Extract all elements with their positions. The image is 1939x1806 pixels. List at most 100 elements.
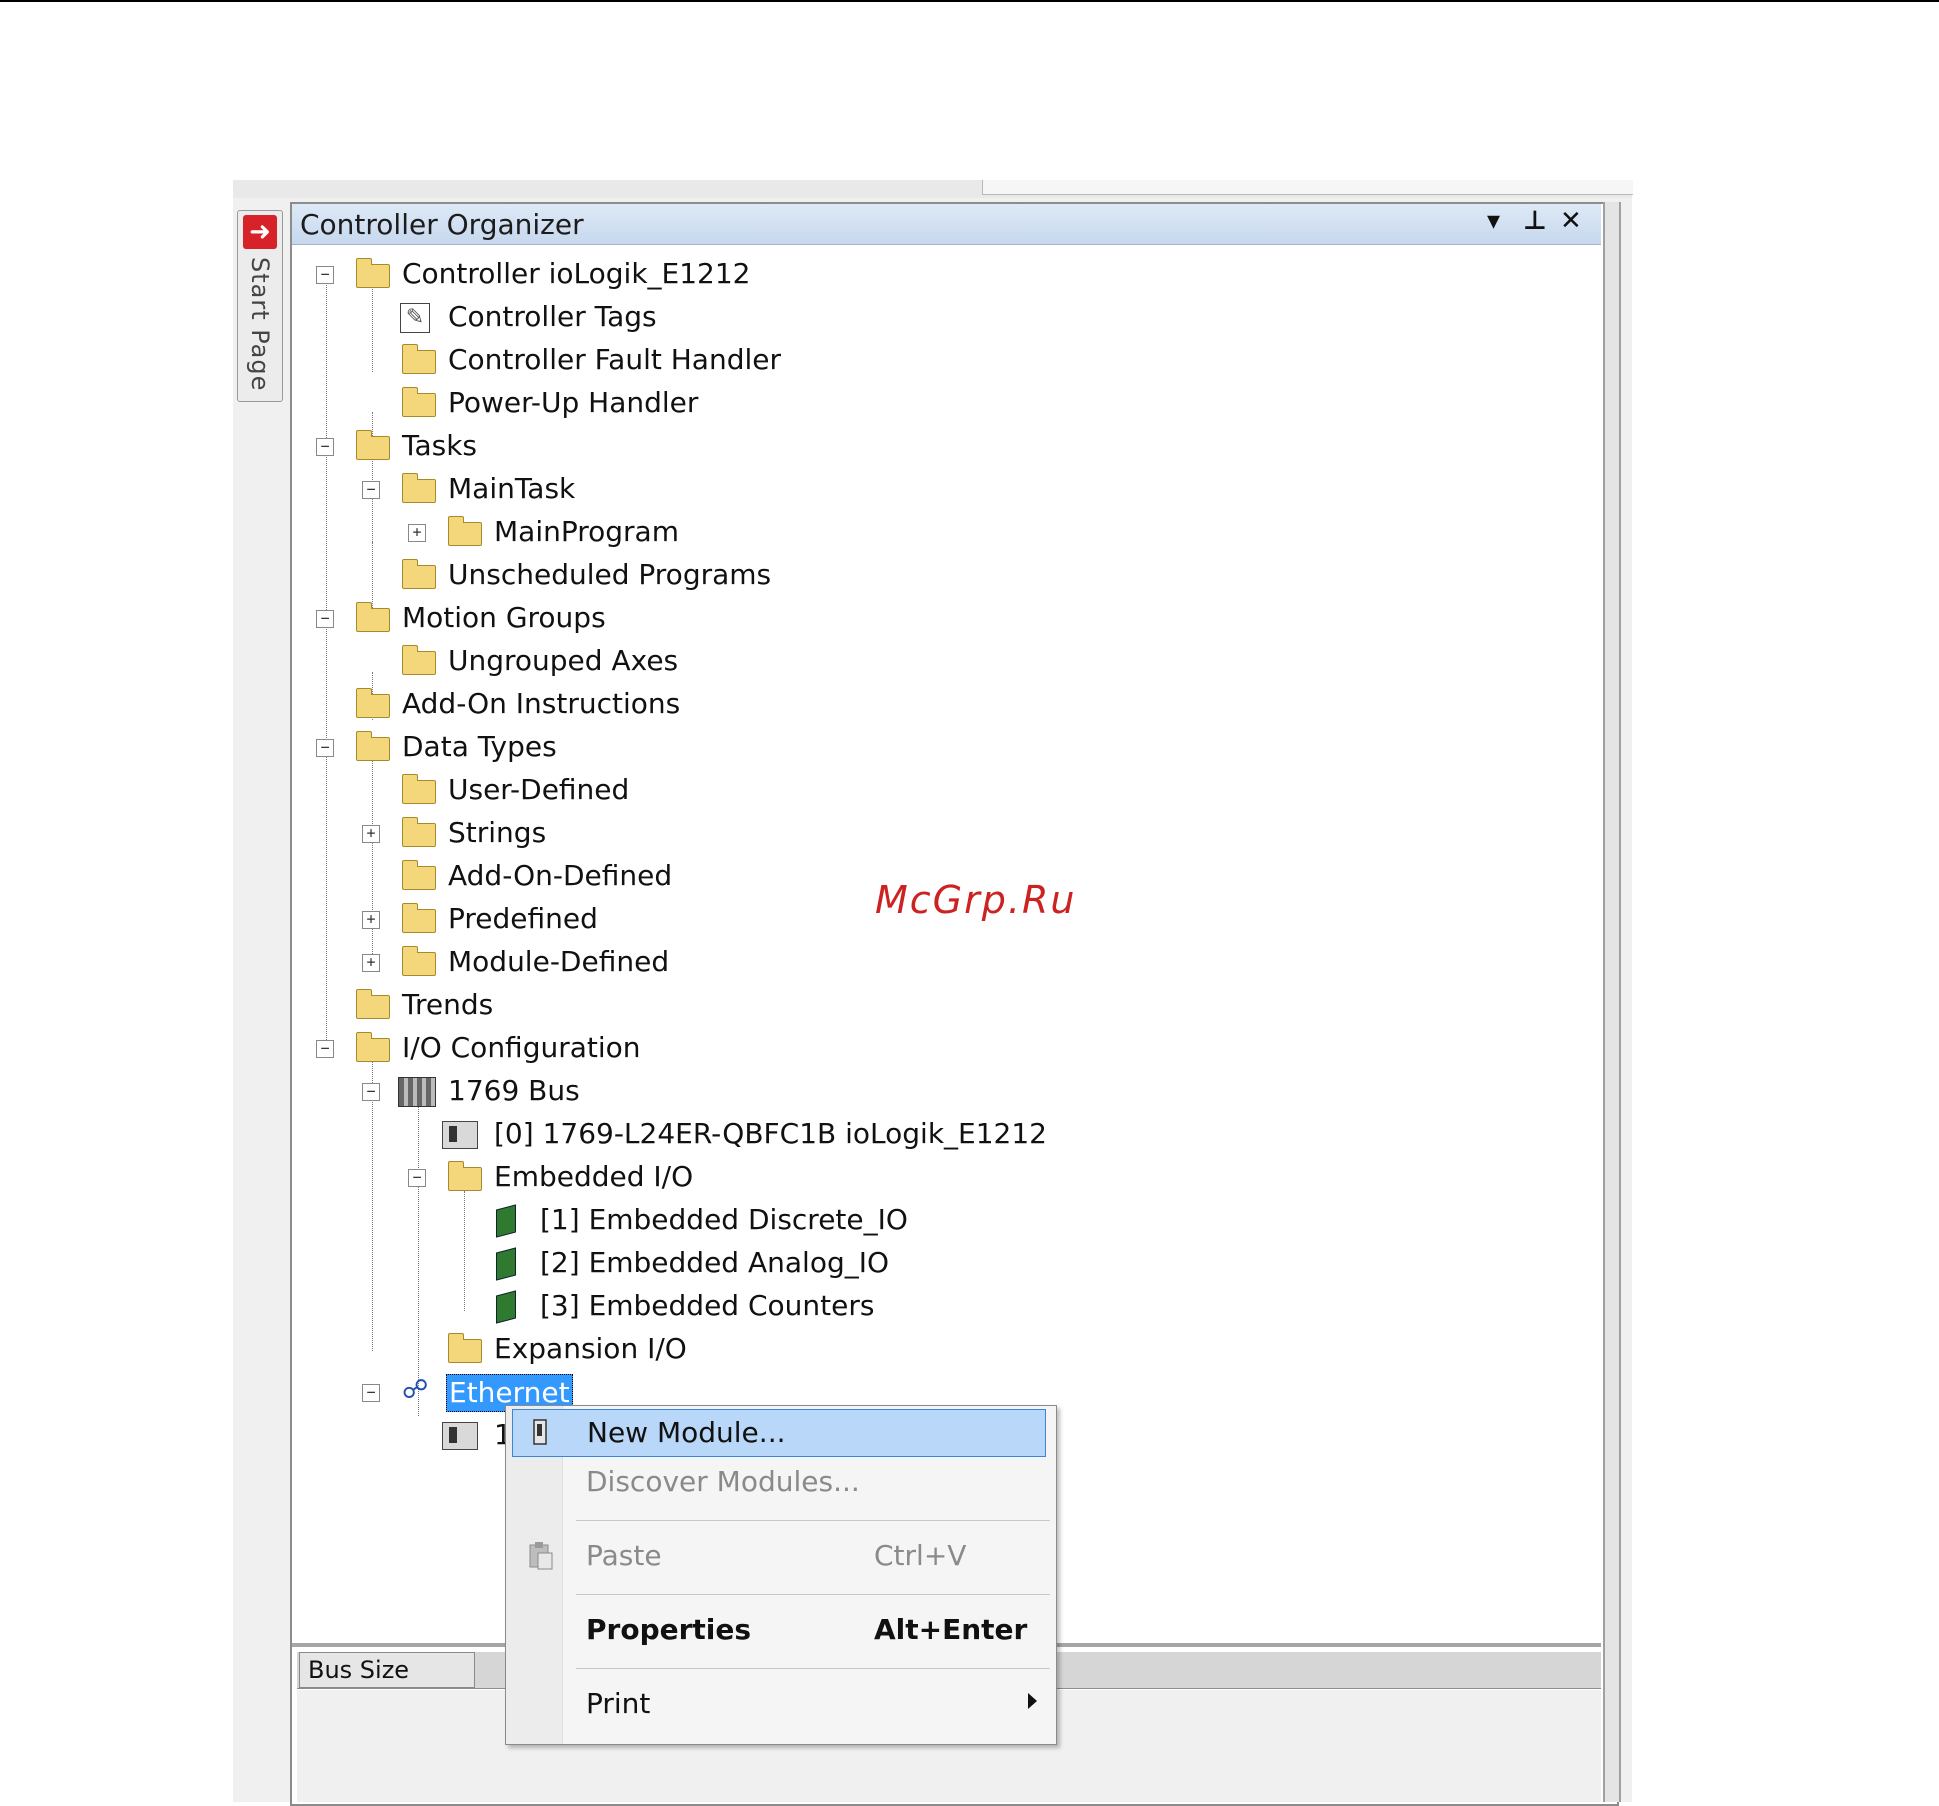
tree-label: MainProgram [494,515,679,548]
toolbar-tab-area [982,180,1633,195]
menu-item-new-module[interactable]: New Module... [512,1409,1046,1457]
column-header-bus-size[interactable]: Bus Size [299,1652,475,1688]
tree-label: Power-Up Handler [448,386,699,419]
open-folder-icon [448,1161,482,1191]
top-border-line [0,0,1939,2]
tree-label: Add-On-Defined [448,859,673,892]
tree-label: Unscheduled Programs [448,558,772,591]
folder-icon [402,344,436,374]
tree-label: I/O Configuration [402,1031,641,1064]
tree-label: Tasks [402,429,478,462]
tree-label: [1] Embedded Discrete_IO [540,1203,908,1236]
program-folder-icon [448,516,482,546]
tree-connector [418,1106,419,1396]
watermark-text: McGrp.Ru [875,878,1077,922]
collapse-icon[interactable]: − [362,1384,380,1402]
tree-label: [3] Embedded Counters [540,1289,875,1322]
folder-icon [356,688,390,718]
open-folder-icon [356,731,390,761]
expand-icon[interactable]: + [362,911,380,929]
open-folder-icon [356,430,390,460]
start-page-tab[interactable]: ➜ Start Page [237,210,283,402]
datatype-folder-icon [402,817,436,847]
datatype-folder-icon [402,903,436,933]
tree-label: MainTask [448,472,576,505]
folder-icon [402,645,436,675]
context-menu: New Module... Discover Modules... Paste … [505,1405,1057,1745]
tree-connector [326,276,327,1056]
new-module-icon [529,1418,551,1446]
tree-label: Ungrouped Axes [448,644,679,677]
collapse-icon[interactable]: − [362,481,380,499]
tree-connector [372,758,373,962]
menu-item-label: Print [586,1687,651,1720]
menu-item-properties[interactable]: Properties Alt+Enter [512,1607,1044,1653]
menu-item-shortcut: Alt+Enter [874,1613,1028,1646]
menu-separator [576,1668,1050,1669]
tags-icon: ✎ [400,303,430,333]
open-folder-icon [356,1032,390,1062]
paste-icon [528,1541,553,1570]
collapse-icon[interactable]: − [316,266,334,284]
folder-icon [356,989,390,1019]
panel-splitter[interactable] [1603,202,1621,1802]
panel-titlebar: Controller Organizer ▾ ⊥ ✕ [292,204,1601,245]
menu-item-paste[interactable]: Paste Ctrl+V [512,1533,1044,1579]
menu-item-label: New Module... [587,1416,786,1449]
start-page-label: Start Page [246,257,274,392]
dropdown-arrow-icon[interactable]: ▾ [1487,206,1500,236]
tree-label: Module-Defined [448,945,670,978]
collapse-icon[interactable]: − [316,610,334,628]
menu-separator [576,1594,1050,1595]
tree-label: 1769 Bus [448,1074,580,1107]
open-folder-icon [356,602,390,632]
close-icon[interactable]: ✕ [1560,206,1582,236]
controller-module-icon [442,1121,478,1149]
open-folder-icon [356,258,390,288]
bus-icon [398,1077,436,1107]
network-icon: ☍ [402,1375,429,1405]
expand-icon[interactable]: + [408,524,426,542]
expand-icon[interactable]: + [362,954,380,972]
menu-item-discover-modules[interactable]: Discover Modules... [512,1459,1044,1505]
menu-item-label: Properties [586,1613,752,1646]
tree-label: Controller Tags [448,300,657,333]
datatype-folder-icon [402,774,436,804]
controller-module-icon [442,1422,478,1450]
tree-label: [0] 1769-L24ER-QBFC1B ioLogik_E1212 [494,1117,1047,1150]
folder-icon [448,1333,482,1363]
task-folder-icon [402,473,436,503]
tree-label: Motion Groups [402,601,606,634]
datatype-folder-icon [402,860,436,890]
tree-connector [464,1191,465,1311]
expand-icon[interactable]: + [362,825,380,843]
io-module-icon [496,1290,516,1324]
submenu-arrow-icon [1028,1693,1037,1709]
menu-item-print[interactable]: Print [512,1681,1044,1727]
tree-label: Strings [448,816,547,849]
menu-separator [576,1520,1050,1521]
collapse-icon[interactable]: − [362,1083,380,1101]
datatype-folder-icon [402,946,436,976]
collapse-icon[interactable]: − [316,1040,334,1058]
collapse-icon[interactable]: − [408,1169,426,1187]
folder-icon [402,387,436,417]
pin-icon[interactable]: ⊥ [1523,206,1547,236]
menu-item-shortcut: Ctrl+V [874,1539,967,1572]
io-module-icon [496,1204,516,1238]
collapse-icon[interactable]: − [316,438,334,456]
folder-icon [402,559,436,589]
tree-label: Predefined [448,902,598,935]
tree-label: User-Defined [448,773,630,806]
tree-label: Controller ioLogik_E1212 [402,257,751,290]
tree-label: Add-On Instructions [402,687,681,720]
tree-label: Expansion I/O [494,1332,687,1365]
tree-label: [2] Embedded Analog_IO [540,1246,890,1279]
menu-item-label: Paste [586,1539,662,1572]
tree-connector [372,542,373,582]
tree-label: Embedded I/O [494,1160,694,1193]
menu-item-label: Discover Modules... [586,1465,860,1498]
io-module-icon [496,1247,516,1281]
tree-label: Data Types [402,730,557,763]
collapse-icon[interactable]: − [316,739,334,757]
